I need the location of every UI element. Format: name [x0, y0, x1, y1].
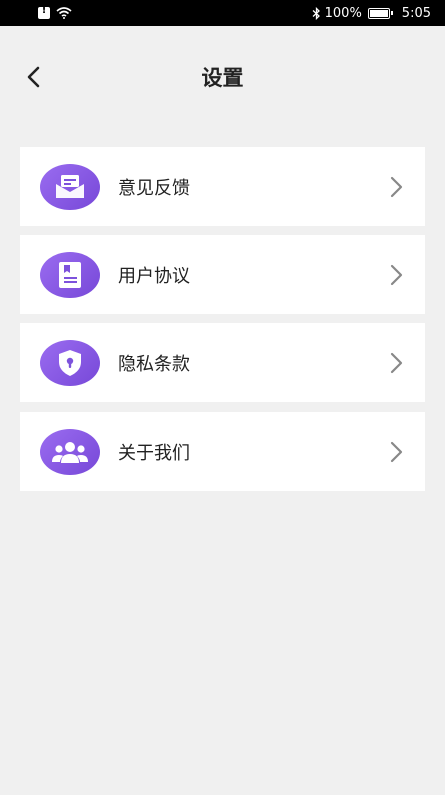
- menu-item-user-agreement[interactable]: 用户协议: [20, 235, 425, 314]
- menu-item-label: 隐私条款: [118, 353, 190, 375]
- privacy-shield-icon: [40, 339, 100, 386]
- battery-percentage: 100%: [324, 5, 362, 21]
- battery-icon: [367, 7, 393, 19]
- about-us-group-icon: [40, 428, 100, 475]
- chevron-right-icon: [390, 264, 403, 285]
- menu-item-label: 用户协议: [118, 265, 190, 287]
- menu-item-privacy[interactable]: 隐私条款: [20, 323, 425, 402]
- wifi-icon: [56, 7, 72, 19]
- menu-item-feedback[interactable]: 意见反馈: [20, 147, 425, 226]
- agreement-document-icon: [40, 251, 100, 298]
- chevron-right-icon: [390, 352, 403, 373]
- feedback-envelope-icon: [40, 163, 100, 210]
- menu-item-label: 意见反馈: [118, 177, 190, 199]
- status-time: 5:05: [401, 5, 431, 21]
- page-title: 设置: [201, 66, 244, 90]
- sim-alert-icon: [38, 5, 50, 19]
- menu-item-about-us[interactable]: 关于我们: [20, 412, 425, 491]
- header: 设置: [0, 26, 445, 128]
- status-bar: 100% 5:05: [0, 0, 445, 26]
- chevron-right-icon: [390, 441, 403, 462]
- chevron-right-icon: [390, 176, 403, 197]
- menu-item-label: 关于我们: [118, 442, 190, 464]
- bluetooth-icon: [312, 6, 320, 20]
